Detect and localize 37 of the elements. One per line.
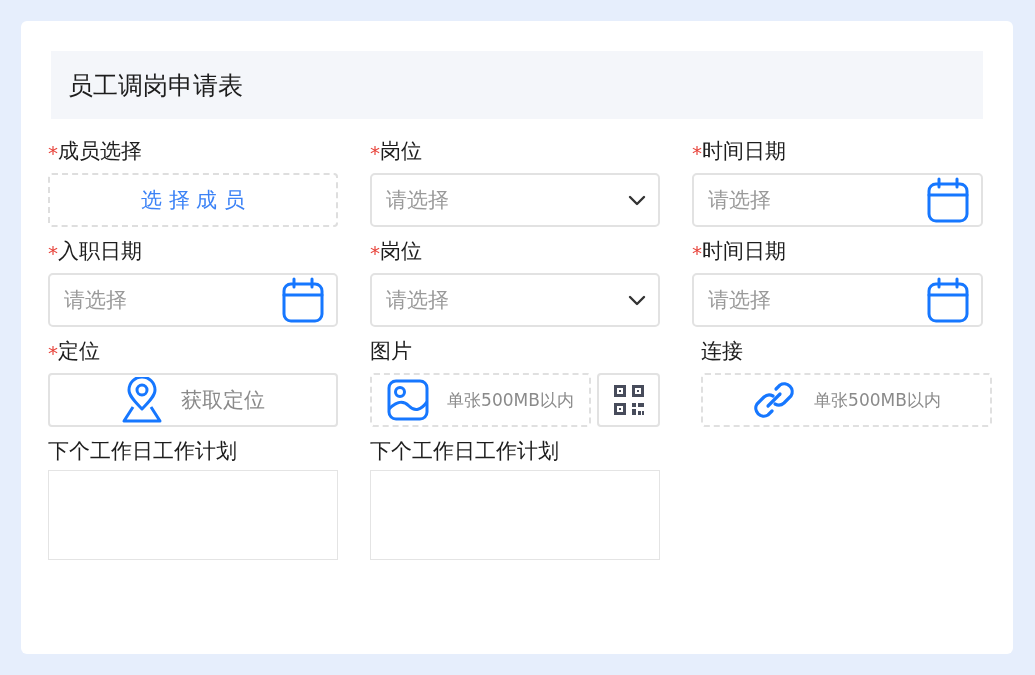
select-field[interactable]: 请选择 xyxy=(370,273,660,327)
field-label: *时间日期 xyxy=(692,238,787,265)
qr-code-button[interactable] xyxy=(597,373,660,427)
form-title: 员工调岗申请表 xyxy=(51,51,983,119)
calendar-icon xyxy=(927,277,969,323)
placeholder-text: 请选择 xyxy=(386,287,449,314)
link-upload-button[interactable]: 单张500MB以内 xyxy=(701,373,992,427)
placeholder-text: 请选择 xyxy=(64,287,127,314)
placeholder-text: 请选择 xyxy=(708,187,771,214)
image-icon xyxy=(387,379,430,421)
date-field[interactable]: 请选择 xyxy=(48,273,338,327)
text-area[interactable] xyxy=(370,470,660,560)
qr-code-icon xyxy=(613,385,644,415)
placeholder-text: 请选择 xyxy=(708,287,771,314)
field-label: *时间日期 xyxy=(692,138,787,165)
chevron-down-icon xyxy=(628,294,646,306)
field-label: *定位 xyxy=(48,338,101,365)
select-member-button[interactable]: 选 择 成 员 xyxy=(48,173,338,227)
image-upload-button[interactable]: 单张500MB以内 xyxy=(370,373,591,427)
date-field[interactable]: 请选择 xyxy=(692,173,983,227)
field-label: 下个工作日工作计划 xyxy=(48,438,238,465)
text-area[interactable] xyxy=(48,470,338,560)
select-field[interactable]: 请选择 xyxy=(370,173,660,227)
field-label: 下个工作日工作计划 xyxy=(370,438,560,465)
get-location-button[interactable]: 获取定位 xyxy=(48,373,338,427)
calendar-icon xyxy=(282,277,324,323)
field-label: *成员选择 xyxy=(48,138,143,165)
location-pin-icon xyxy=(121,377,163,423)
field-label: 图片 xyxy=(370,338,413,365)
field-label: *入职日期 xyxy=(48,238,143,265)
field-label: *岗位 xyxy=(370,138,423,165)
placeholder-text: 请选择 xyxy=(386,187,449,214)
field-label: 连接 xyxy=(700,338,744,365)
field-label: *岗位 xyxy=(370,238,423,265)
date-field[interactable]: 请选择 xyxy=(692,273,983,327)
chevron-down-icon xyxy=(628,194,646,206)
calendar-icon xyxy=(927,177,969,223)
